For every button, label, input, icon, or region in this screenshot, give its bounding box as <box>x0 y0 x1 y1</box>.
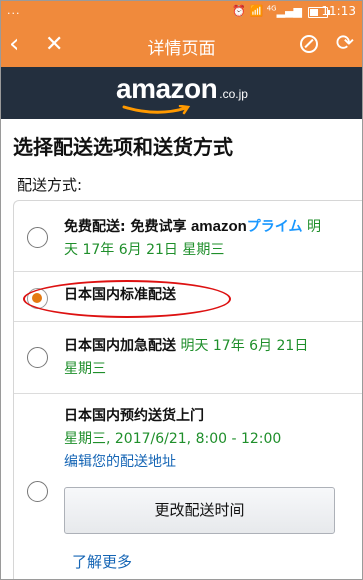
refresh-icon[interactable]: ⟳ <box>336 31 354 57</box>
radio-button-selected[interactable] <box>27 288 48 309</box>
wifi-icon: 📶 <box>249 4 264 18</box>
signal-icon: 4G▂▄▆ <box>266 4 302 18</box>
shipping-option-scheduled[interactable]: 日本国内预约送货上门 星期三, 2017/6/21, 8:00 - 12:00 … <box>14 393 362 579</box>
phone-screen: ... ⏰ 📶 4G▂▄▆ 11:13 ‹ ✕ 详情页面 ⟳ amazon .co… <box>0 0 363 580</box>
clock: 11:13 <box>321 4 356 18</box>
option-text: 日本国内标准配送 <box>64 287 176 303</box>
amazon-prime-logo: amazon <box>190 218 247 235</box>
shipping-option-free[interactable]: 免费配送: 免费试享 amazonプライム 明 天 17年 6月 21日 星期三 <box>14 201 362 272</box>
option-text: 免费配送: 免费试享 amazonプライム 明 天 17年 6月 21日 星期三 <box>64 218 321 258</box>
smile-arrow-icon <box>122 105 191 115</box>
learn-more-link[interactable]: 了解更多 <box>72 551 132 572</box>
notification-dots: ... <box>7 4 21 17</box>
shipping-options-box: 免费配送: 免费试享 amazonプライム 明 天 17年 6月 21日 星期三… <box>13 200 362 579</box>
radio-button[interactable] <box>27 481 48 502</box>
change-delivery-time-button[interactable]: 更改配送时间 <box>64 487 335 534</box>
shipping-option-standard[interactable]: 日本国内标准配送 <box>14 271 362 322</box>
amazon-logo[interactable]: amazon .co.jp <box>116 73 248 115</box>
amazon-header: amazon .co.jp <box>1 67 362 119</box>
alarm-icon: ⏰ <box>232 4 247 18</box>
option-text: 日本国内加急配送 明天 17年 6月 21日 星期三 <box>64 338 309 377</box>
page-heading: 选择配送选项和送货方式 <box>13 135 233 159</box>
status-icons: ⏰ 📶 4G▂▄▆ <box>232 4 302 18</box>
section-label: 配送方式: <box>17 176 83 194</box>
compass-icon[interactable] <box>300 35 318 53</box>
app-title-bar: ‹ ✕ 详情页面 ⟳ <box>1 23 362 67</box>
radio-button[interactable] <box>27 227 48 248</box>
radio-button[interactable] <box>27 347 48 368</box>
status-bar: ... ⏰ 📶 4G▂▄▆ 11:13 <box>1 1 362 23</box>
edit-address-link[interactable]: 编辑您的配送地址 <box>64 454 176 470</box>
option-text: 日本国内预约送货上门 星期三, 2017/6/21, 8:00 - 12:00 … <box>64 408 282 470</box>
shipping-option-express[interactable]: 日本国内加急配送 明天 17年 6月 21日 星期三 <box>14 321 362 394</box>
